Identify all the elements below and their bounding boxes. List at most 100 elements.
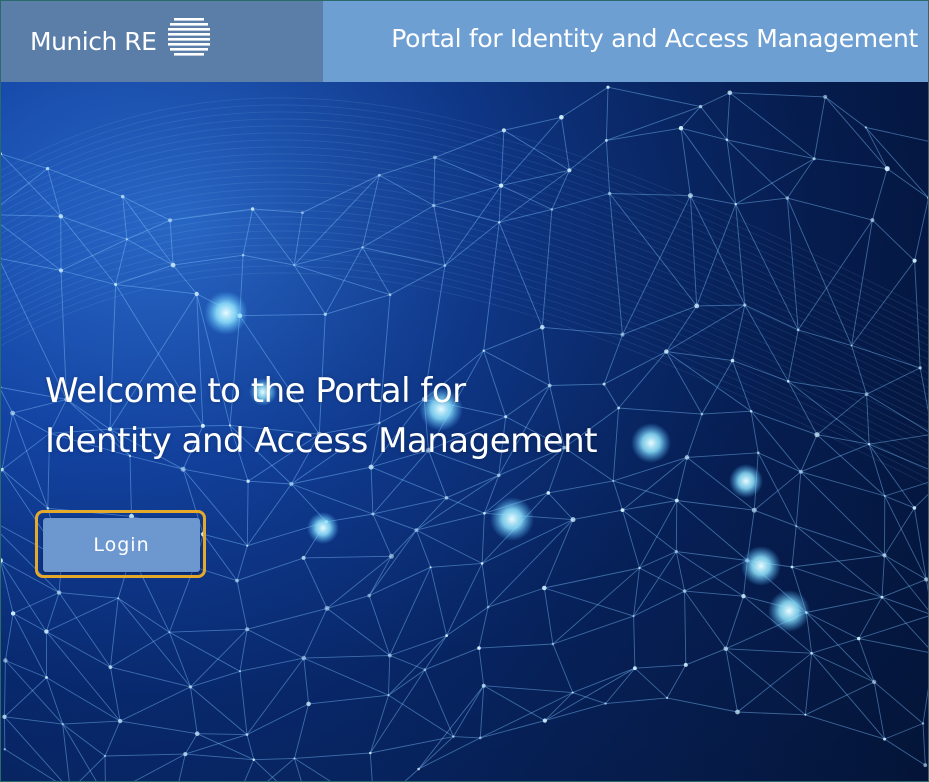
mesh-node (867, 443, 871, 446)
mesh-node (306, 701, 311, 707)
mesh-node (884, 166, 890, 172)
mesh-node (687, 193, 693, 199)
welcome-line-2: Identity and Access Management (45, 421, 598, 461)
mesh-node (546, 491, 551, 495)
brand-name: Munich RE (30, 27, 157, 56)
mesh-node (443, 264, 447, 267)
mesh-node (445, 634, 448, 637)
mesh-node (743, 303, 747, 307)
mesh-node (387, 653, 392, 658)
mesh-node (444, 496, 449, 500)
munich-re-logo-icon (168, 17, 211, 56)
mesh-node (58, 268, 64, 273)
mesh-node (674, 549, 678, 554)
header-bar: Munich RE Portal for Identity and Access… (1, 1, 928, 82)
mesh-node (812, 157, 816, 161)
mesh-node (3, 748, 6, 751)
mesh-node (804, 713, 807, 716)
portal-page: Munich RE Portal for Identity and Access… (0, 0, 929, 782)
mesh-node (45, 676, 48, 679)
mesh-node (542, 718, 548, 723)
mesh-node (10, 410, 16, 416)
mesh-node (923, 763, 928, 768)
mesh-node (429, 566, 432, 569)
mesh-node (377, 173, 381, 177)
mesh-node (423, 668, 427, 672)
mesh-node (486, 605, 490, 609)
mesh-node (700, 412, 704, 416)
mesh-node (749, 409, 753, 413)
hero-section: Welcome to the Portal for Identity and A… (1, 82, 928, 781)
mesh-node (678, 126, 684, 131)
mesh-node (478, 736, 482, 740)
portal-title: Portal for Identity and Access Managemen… (391, 24, 918, 53)
mesh-node (417, 767, 420, 771)
login-button[interactable]: Login (43, 518, 200, 572)
glow-node (768, 590, 810, 632)
mesh-node (814, 432, 820, 438)
mesh-node (785, 196, 790, 200)
mesh-node (612, 479, 615, 482)
mesh-node (698, 104, 703, 109)
mesh-node (559, 115, 564, 120)
mesh-node (252, 758, 256, 761)
mesh-node (289, 481, 294, 487)
mesh-node (168, 631, 171, 634)
mesh-node (56, 590, 62, 595)
mesh-node (323, 312, 327, 316)
mesh-node (324, 605, 330, 611)
mesh-node (388, 553, 394, 559)
mesh-node (567, 168, 572, 173)
mesh-node (2, 714, 7, 719)
mesh-node (604, 138, 608, 142)
mesh-node (918, 366, 922, 370)
glow-node (490, 497, 534, 541)
mesh-node (633, 666, 637, 671)
mesh-node (571, 691, 574, 694)
mesh-node (433, 155, 437, 160)
mesh-node (498, 221, 501, 224)
mesh-node (864, 392, 869, 397)
mesh-node (293, 264, 296, 267)
mesh-node (482, 349, 485, 352)
mesh-node (432, 203, 436, 208)
brand-logo[interactable]: Munich RE (1, 1, 323, 82)
portal-title-bar: Portal for Identity and Access Managemen… (323, 1, 928, 82)
mesh-node (114, 283, 118, 286)
mesh-node (756, 451, 760, 455)
mesh-node (117, 718, 123, 724)
mesh-node (246, 544, 249, 547)
glow-node (204, 291, 248, 335)
mesh-node (414, 528, 419, 533)
mesh-node (912, 506, 917, 510)
mesh-node (300, 211, 304, 215)
mesh-node (857, 636, 861, 641)
mesh-node (477, 646, 481, 650)
mesh-node (168, 218, 173, 223)
mesh-node (108, 665, 113, 669)
mesh-node (540, 325, 545, 330)
mesh-node (188, 685, 193, 689)
mesh-node (45, 166, 50, 171)
mesh-node (870, 218, 875, 223)
mesh-node (694, 303, 700, 309)
mesh-node (664, 349, 669, 354)
glow-node (307, 512, 339, 544)
mesh-node (246, 479, 250, 483)
glow-node (741, 546, 781, 586)
mesh-node (103, 754, 107, 758)
mesh-node (367, 593, 372, 598)
glow-node (729, 464, 763, 498)
mesh-node (10, 611, 16, 616)
mesh-node (388, 293, 392, 297)
mesh-node (497, 473, 501, 478)
mesh-node (183, 752, 188, 757)
welcome-heading: Welcome to the Portal for Identity and A… (45, 366, 685, 466)
mesh-node (194, 731, 200, 736)
mesh-node (371, 512, 375, 516)
mesh-node (245, 627, 250, 632)
mesh-node (751, 507, 757, 513)
mesh-node (542, 585, 547, 591)
mesh-node (239, 670, 241, 673)
mesh-node (880, 595, 884, 599)
